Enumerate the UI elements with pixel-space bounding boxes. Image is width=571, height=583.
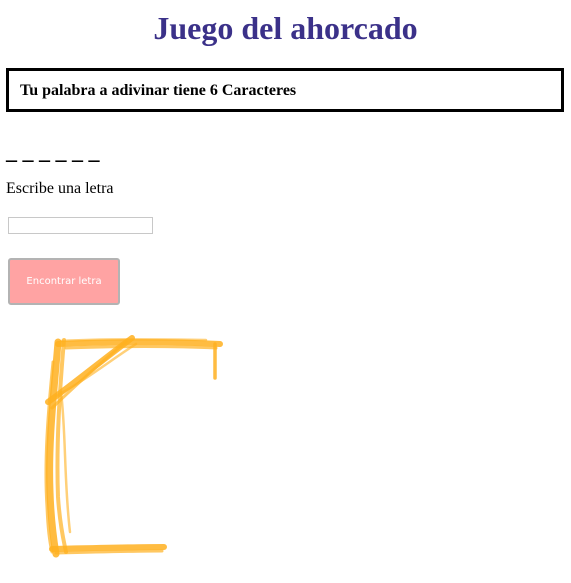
gallows-drawing: [44, 335, 223, 558]
page-title: Juego del ahorcado: [153, 10, 418, 46]
letter-input[interactable]: [8, 217, 153, 234]
gallows-beam-stroke: [55, 339, 223, 347]
gallows-beam-stroke: [64, 345, 218, 350]
word-length-message: Tu palabra a adivinar tiene 6 Caracteres: [20, 82, 297, 99]
letter-prompt-label: Escribe una letra: [6, 180, 114, 197]
find-letter-button[interactable]: Encontrar letra: [8, 258, 120, 305]
word-info-box: Tu palabra a adivinar tiene 6 Caracteres: [6, 68, 564, 112]
gallows-post-stroke: [59, 390, 72, 534]
gallows-brace-stroke: [54, 342, 138, 398]
gallows-base-stroke: [54, 549, 164, 555]
gallows-base-stroke: [49, 544, 167, 552]
word-blanks: _ _ _ _ _ _: [6, 139, 100, 164]
